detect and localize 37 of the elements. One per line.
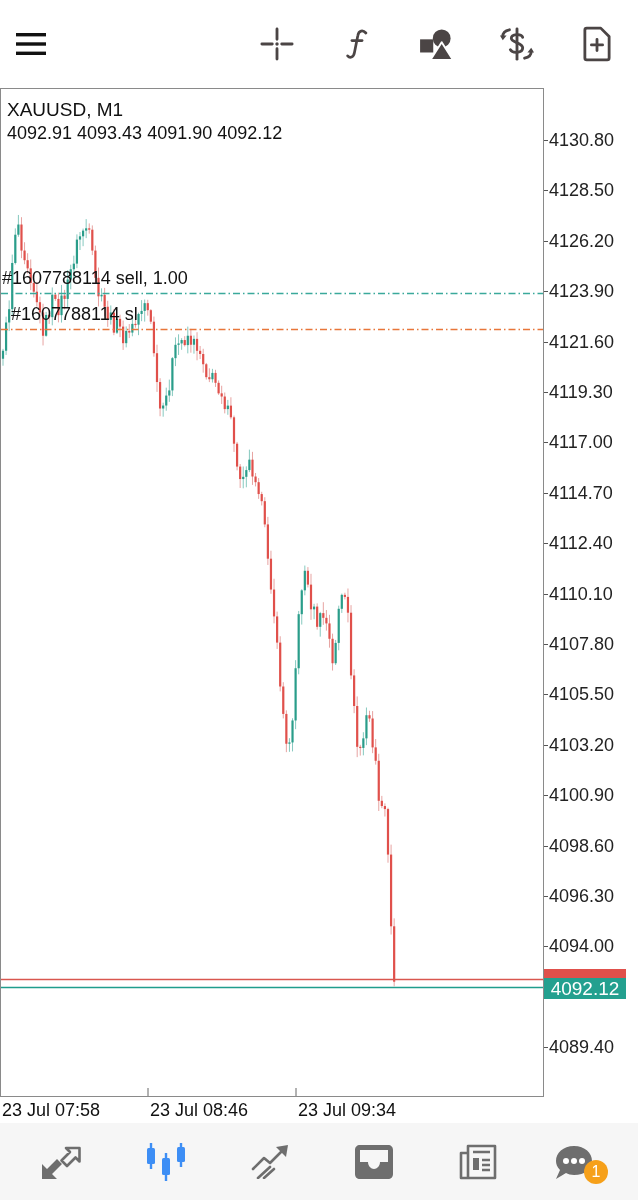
price-axis-label: 4117.00: [544, 431, 613, 454]
double-arrow-icon: [42, 1144, 82, 1179]
time-axis-label: 23 Jul 08:46: [150, 1099, 249, 1121]
price-axis-label: 4105.50: [544, 683, 615, 706]
price-axis-label: 4121.60: [544, 330, 615, 353]
price-axis-label: 4126.20: [544, 229, 615, 252]
price-axis-label: 4107.80: [544, 633, 615, 655]
price-axis-label: 4130.80: [544, 129, 615, 151]
add-document-icon: [583, 26, 611, 62]
inbox-icon: [355, 1144, 393, 1179]
price-axis-label: 4114.70: [544, 481, 613, 504]
notification-badge: 1: [584, 1159, 608, 1184]
trend-arrow-icon: [251, 1144, 289, 1179]
time-axis-label: 23 Jul 09:34: [298, 1099, 397, 1121]
price-axis-label: 4123.90: [544, 280, 615, 303]
nav-tab[interactable]: 1: [530, 1123, 634, 1200]
price-axis-label: 4098.60: [544, 834, 615, 857]
menu-icon: [16, 33, 46, 55]
time-axis-label: 23 Jul 07:58: [2, 1099, 101, 1121]
crosshair-icon: [260, 27, 294, 61]
newspaper-icon: [459, 1143, 497, 1180]
price-axis-label: 4094.00: [544, 935, 615, 958]
price-axis-label: 4103.20: [544, 733, 615, 756]
function-icon: [346, 28, 368, 60]
dollar-exchange-icon: [499, 26, 535, 62]
price-axis-label: 4119.30: [544, 381, 613, 403]
bid-price-tag: 4092.12: [544, 977, 626, 999]
shapes-icon: [420, 28, 454, 60]
price-axis-label: 4100.90: [544, 784, 615, 807]
price-axis-label: 4110.10: [544, 582, 613, 605]
price-axis-label: 4096.30: [544, 885, 615, 907]
candlestick-icon: [146, 1142, 186, 1181]
ohlc-values: 4092.91 4093.43 4091.90 4092.12: [7, 122, 283, 144]
price-axis-label: 4089.40: [544, 1036, 615, 1059]
price-axis-label: 4128.50: [544, 179, 615, 202]
price-axis-label: 4112.40: [544, 532, 613, 555]
symbol-label: XAUUSD, M1: [7, 99, 124, 121]
